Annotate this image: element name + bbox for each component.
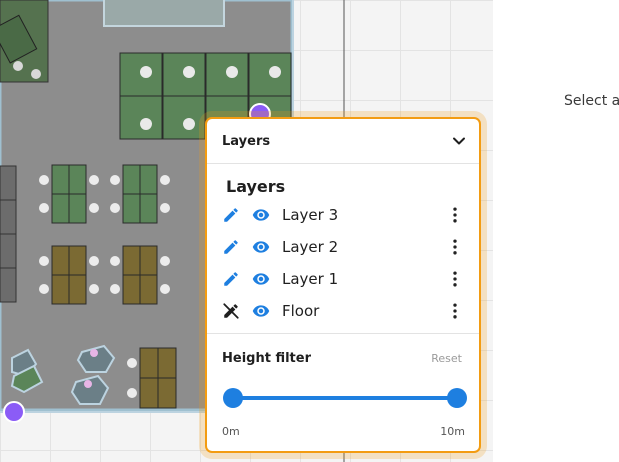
layer-row-layer-1[interactable]: Layer 1	[207, 264, 479, 292]
layer-name: Floor	[282, 302, 320, 320]
layers-panel-header[interactable]: Layers	[207, 119, 479, 164]
height-max-thumb[interactable]	[447, 388, 467, 408]
more-vert-icon[interactable]	[445, 300, 465, 322]
more-vert-icon[interactable]	[445, 236, 465, 258]
layers-heading: Layers	[226, 177, 286, 196]
layers-panel-title: Layers	[222, 134, 271, 149]
layer-row-floor[interactable]: Floor	[207, 296, 479, 324]
pencil-icon[interactable]	[222, 238, 240, 256]
chevron-down-icon[interactable]	[449, 131, 469, 151]
pencil-off-icon[interactable]	[222, 302, 240, 320]
more-vert-icon[interactable]	[445, 204, 465, 226]
layer-name: Layer 3	[282, 206, 339, 224]
height-min-thumb[interactable]	[223, 388, 243, 408]
height-min-label: 0m	[222, 425, 240, 438]
height-filter-label: Height filter	[222, 351, 311, 366]
layer-row-layer-3[interactable]: Layer 3	[207, 200, 479, 228]
reset-button[interactable]: Reset	[431, 352, 462, 365]
pencil-icon[interactable]	[222, 206, 240, 224]
eye-icon[interactable]	[250, 238, 272, 256]
eye-icon[interactable]	[250, 206, 272, 224]
select-hint-text: Select a	[564, 93, 619, 109]
layer-row-layer-2[interactable]: Layer 2	[207, 232, 479, 260]
layer-name: Layer 1	[282, 270, 339, 288]
more-vert-icon[interactable]	[445, 268, 465, 290]
layer-name: Layer 2	[282, 238, 339, 256]
properties-panel: Select a	[493, 0, 619, 462]
section-divider	[207, 333, 479, 334]
eye-icon[interactable]	[250, 302, 272, 320]
pencil-icon[interactable]	[222, 270, 240, 288]
height-range-track[interactable]	[233, 396, 457, 400]
height-max-label: 10m	[440, 425, 465, 438]
layers-panel: Layers Layers Layer 3 Layer 2 Layer 1 Fl…	[205, 117, 481, 453]
eye-icon[interactable]	[250, 270, 272, 288]
